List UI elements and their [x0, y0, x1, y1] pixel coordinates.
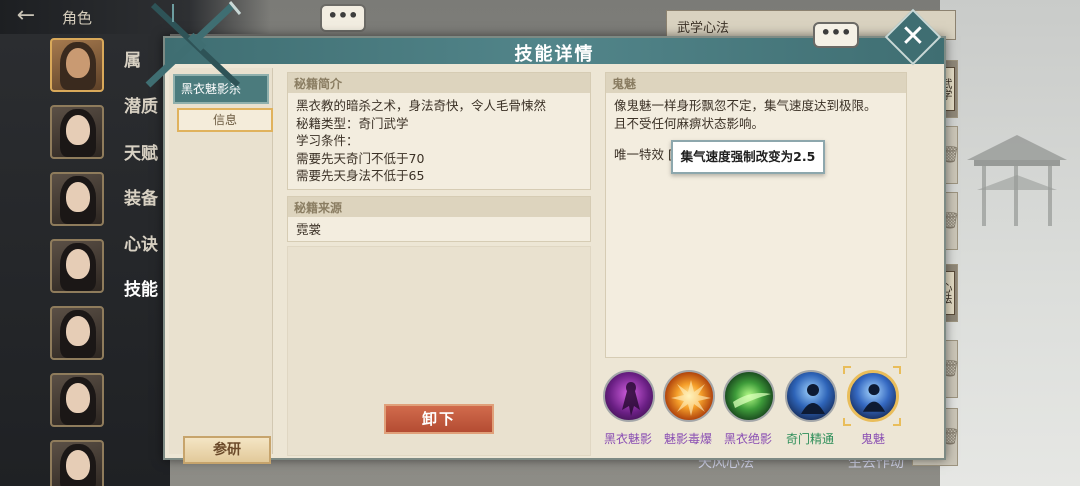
- intro-line-type: 秘籍类型：奇门武学: [296, 115, 409, 131]
- unique-effect-label: 唯一特效: [614, 147, 665, 162]
- detail-section: 鬼魅 像鬼魅一样身形飘忽不定，集气速度达到极限。 且不受任何麻痹状态影响。 唯一…: [605, 72, 907, 358]
- source-heading: 秘籍来源: [288, 197, 590, 217]
- ghost-icon: [862, 384, 886, 412]
- intro-heading: 秘籍简介: [288, 73, 590, 93]
- meditation-icon: [801, 384, 825, 414]
- shadow-strike-icon: [733, 393, 771, 408]
- side-tab-skills[interactable]: 技能: [124, 275, 158, 300]
- skill-icon-slot-4[interactable]: [785, 370, 837, 422]
- character-portrait-4[interactable]: [50, 239, 104, 293]
- explosion-icon: [671, 380, 711, 416]
- character-portrait-6[interactable]: [50, 373, 104, 427]
- intro-body: 黑衣教的暗杀之术，身法奇快，令人毛骨悚然 秘籍类型：奇门武学 学习条件： 需要先…: [288, 93, 590, 189]
- shadow-figure-icon: [622, 382, 640, 416]
- side-tab-mind-art[interactable]: 心诀: [124, 230, 158, 255]
- skill-label-5: 鬼魅: [860, 432, 885, 446]
- portrait-face: [66, 115, 90, 145]
- selection-corner: [843, 366, 851, 374]
- skill-icon-slot-1[interactable]: [603, 370, 655, 422]
- character-portrait-3[interactable]: [50, 172, 104, 226]
- chat-bubble-icon[interactable]: •••: [813, 22, 859, 48]
- skill-list: 黑衣魅影杀 信息 参研: [169, 68, 273, 464]
- skill-icon-slot-3[interactable]: [723, 370, 775, 422]
- skill-label-4: 奇门精通: [785, 432, 834, 446]
- character-portrait-5[interactable]: [50, 306, 104, 360]
- detail-line-2: 且不受任何麻痹状态影响。: [614, 115, 765, 131]
- pavilion-illustration: [967, 135, 1067, 226]
- character-portrait-7[interactable]: [50, 440, 104, 486]
- character-portrait-2[interactable]: [50, 105, 104, 159]
- skill-detail-modal: 技能详情 黑衣魅影杀 信息 参研 秘籍简介 黑衣教的暗杀之术，身法奇快，令人毛骨…: [163, 36, 946, 464]
- intro-section: 秘籍简介 黑衣教的暗杀之术，身法奇快，令人毛骨悚然 秘籍类型：奇门武学 学习条件…: [287, 72, 591, 190]
- source-value: 霓裳: [296, 222, 322, 237]
- skill-label-1: 黑衣魅影: [603, 432, 652, 446]
- selection-corner: [893, 366, 901, 374]
- detail-heading: 鬼魅: [606, 73, 906, 93]
- chat-bubble-icon[interactable]: •••: [320, 4, 366, 32]
- close-icon[interactable]: ✕: [893, 18, 933, 58]
- detail-line-1: 像鬼魅一样身形飘忽不定，集气速度达到极限。: [614, 98, 877, 113]
- portrait-face: [66, 249, 90, 279]
- portrait-face: [66, 48, 90, 78]
- portrait-face: [66, 182, 90, 212]
- unequip-button[interactable]: 卸下: [384, 404, 494, 434]
- skill-label-2: 魅影毒爆: [663, 432, 712, 446]
- arrow-left-icon: ←: [16, 3, 36, 28]
- side-tab-equipment[interactable]: 装备: [124, 184, 158, 209]
- selection-corner: [843, 418, 851, 426]
- source-section: 秘籍来源 霓裳: [287, 196, 591, 242]
- selection-corner: [893, 418, 901, 426]
- side-tab-talent[interactable]: 天赋: [124, 139, 158, 164]
- skill-label-3: 黑衣绝影: [723, 432, 772, 446]
- character-portrait-1[interactable]: [50, 38, 104, 92]
- portrait-face: [66, 450, 90, 480]
- portrait-face: [66, 383, 90, 413]
- page-title: 角色: [62, 9, 93, 27]
- side-tab-potential[interactable]: 潜质: [124, 92, 158, 117]
- info-tab[interactable]: 信息: [177, 108, 273, 132]
- research-button[interactable]: 参研: [183, 436, 271, 464]
- skill-icon-slot-5-selected[interactable]: [847, 370, 899, 422]
- unique-effect-tooltip: 集气速度强制改变为2.5: [671, 140, 825, 174]
- intro-line-requirement-1: 需要先天奇门不低于70: [296, 150, 425, 166]
- back-button[interactable]: ←: [6, 5, 46, 29]
- portrait-face: [66, 316, 90, 346]
- intro-line-requirement-2: 需要先天身法不低于65: [296, 168, 425, 183]
- crossed-swords-decoration: [145, 1, 242, 88]
- intro-line-conditions: 学习条件：: [296, 133, 359, 148]
- skill-icon-slot-2[interactable]: [663, 370, 715, 422]
- intro-line-description: 黑衣教的暗杀之术，身法奇快，令人毛骨悚然: [296, 98, 547, 113]
